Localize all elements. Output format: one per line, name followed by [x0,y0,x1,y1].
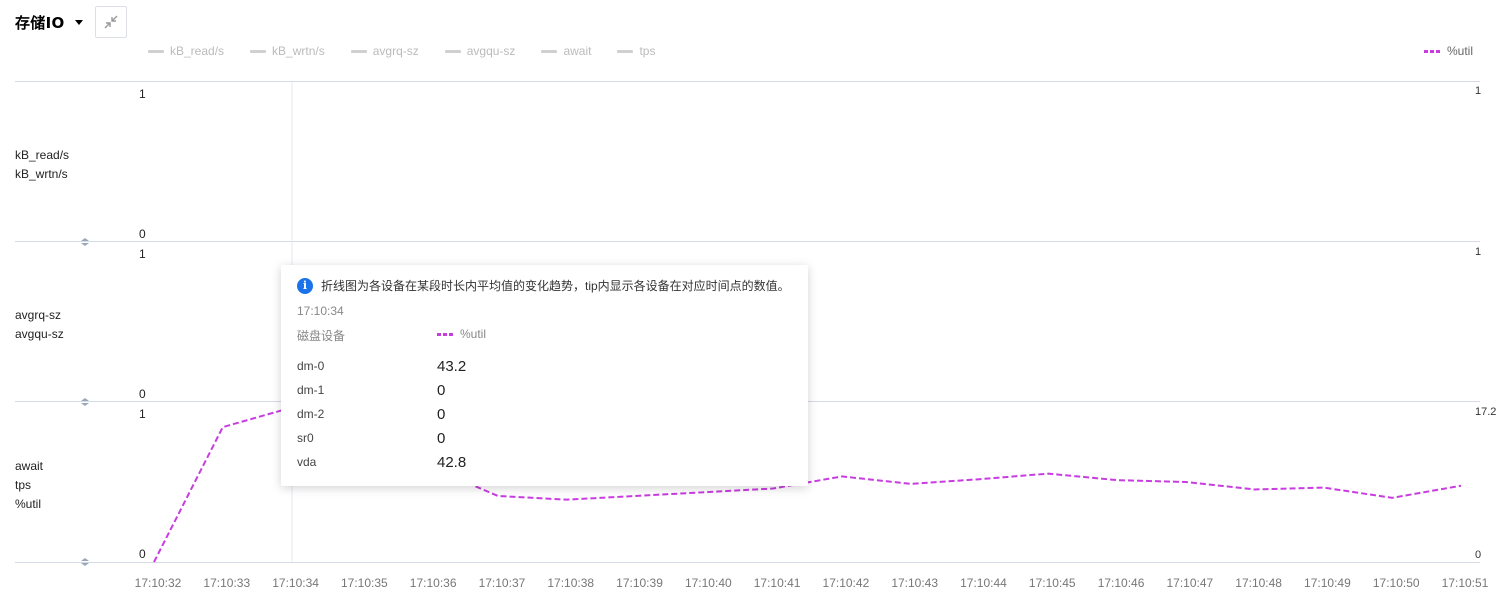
panel3-y-left-min: 0 [139,547,146,561]
tooltip-row: vda 42.8 [297,450,777,474]
metric-label: avgqu-sz [15,327,64,341]
panel3-y-right-max: 17.2 [1475,406,1497,418]
x-tick-label: 17:10:36 [409,576,457,590]
resize-handle-icon[interactable] [79,396,91,408]
x-tick-label: 17:10:50 [1372,576,1420,590]
tooltip-value: 42.8 [437,453,467,471]
x-tick-label: 17:10:44 [960,576,1007,590]
tooltip-value: 0 [437,429,446,447]
metric-label: await [15,459,44,473]
x-tick-label: 17:10:37 [478,576,526,590]
tooltip-row: dm-0 43.2 [297,354,777,378]
x-tick-label: 17:10:43 [891,576,939,590]
x-tick-label: 17:10:39 [616,576,663,590]
panel2-y-left-min: 0 [139,387,146,401]
x-tick-label: 17:10:42 [822,576,870,590]
x-tick-label: 17:10:38 [547,576,595,590]
panel2-y-left-max: 1 [139,247,146,261]
tooltip-note-text: 折线图为各设备在某段时长内平均值的变化趋势，tip内显示各设备在对应时间点的数值… [321,279,790,293]
resize-handle-icon[interactable] [79,556,91,568]
tooltip-col-metric-label: %util [460,327,487,341]
metric-label: kB_read/s [15,148,70,162]
panel1-metric-labels: kB_read/s kB_wrtn/s [15,146,69,184]
tooltip-note: i 折线图为各设备在某段时长内平均值的变化趋势，tip内显示各设备在对应时间点的… [297,277,790,294]
x-tick-label: 17:10:34 [272,576,319,590]
x-tick-label: 17:10:45 [1028,576,1076,590]
tooltip-device: sr0 [297,431,314,445]
tooltip-row: sr0 0 [297,426,777,450]
panel1-y-right-max: 1 [1475,85,1482,97]
chart-tooltip: i 折线图为各设备在某段时长内平均值的变化趋势，tip内显示各设备在对应时间点的… [281,265,808,486]
tooltip-device: dm-0 [297,359,325,373]
tooltip-time: 17:10:34 [297,304,344,318]
panel3-y-left-max: 1 [139,407,146,421]
tooltip-value: 0 [437,405,446,423]
panel2-metric-labels: avgrq-sz avgqu-sz [15,306,64,344]
tooltip-device: dm-1 [297,383,325,397]
x-tick-label: 17:10:51 [1441,576,1489,590]
panel2-y-right-max: 1 [1475,246,1482,258]
x-tick-label: 17:10:40 [684,576,732,590]
x-tick-label: 17:10:47 [1166,576,1214,590]
panel1-y-left-max: 1 [139,87,146,101]
info-icon: i [297,277,313,294]
tooltip-swatch-util [437,332,455,336]
tooltip-row: dm-2 0 [297,402,777,426]
x-tick-label: 17:10:32 [134,576,182,590]
tooltip-device: dm-2 [297,407,325,421]
resize-handle-icon[interactable] [79,236,91,248]
panel3-metric-labels: await tps %util [15,457,43,514]
tooltip-value: 43.2 [437,357,467,375]
metric-label: kB_wrtn/s [15,167,68,181]
panel3-y-right-min: 0 [1475,549,1482,561]
metric-label: avgrq-sz [15,308,62,322]
x-tick-label: 17:10:49 [1304,576,1351,590]
tooltip-value: 0 [437,381,446,399]
tooltip-col-device: 磁盘设备 [297,329,346,343]
panel1-y-left-min: 0 [139,227,146,241]
tooltip-row: dm-1 0 [297,378,777,402]
x-tick-label: 17:10:33 [203,576,251,590]
x-tick-label: 17:10:35 [341,576,388,590]
x-tick-label: 17:10:46 [1097,576,1145,590]
metric-label: %util [15,497,42,511]
x-tick-label: 17:10:48 [1235,576,1282,590]
tooltip-device: vda [297,455,317,469]
metric-label: tps [15,478,32,492]
tooltip-col-metric: %util [437,327,486,341]
x-tick-label: 17:10:41 [753,576,801,590]
